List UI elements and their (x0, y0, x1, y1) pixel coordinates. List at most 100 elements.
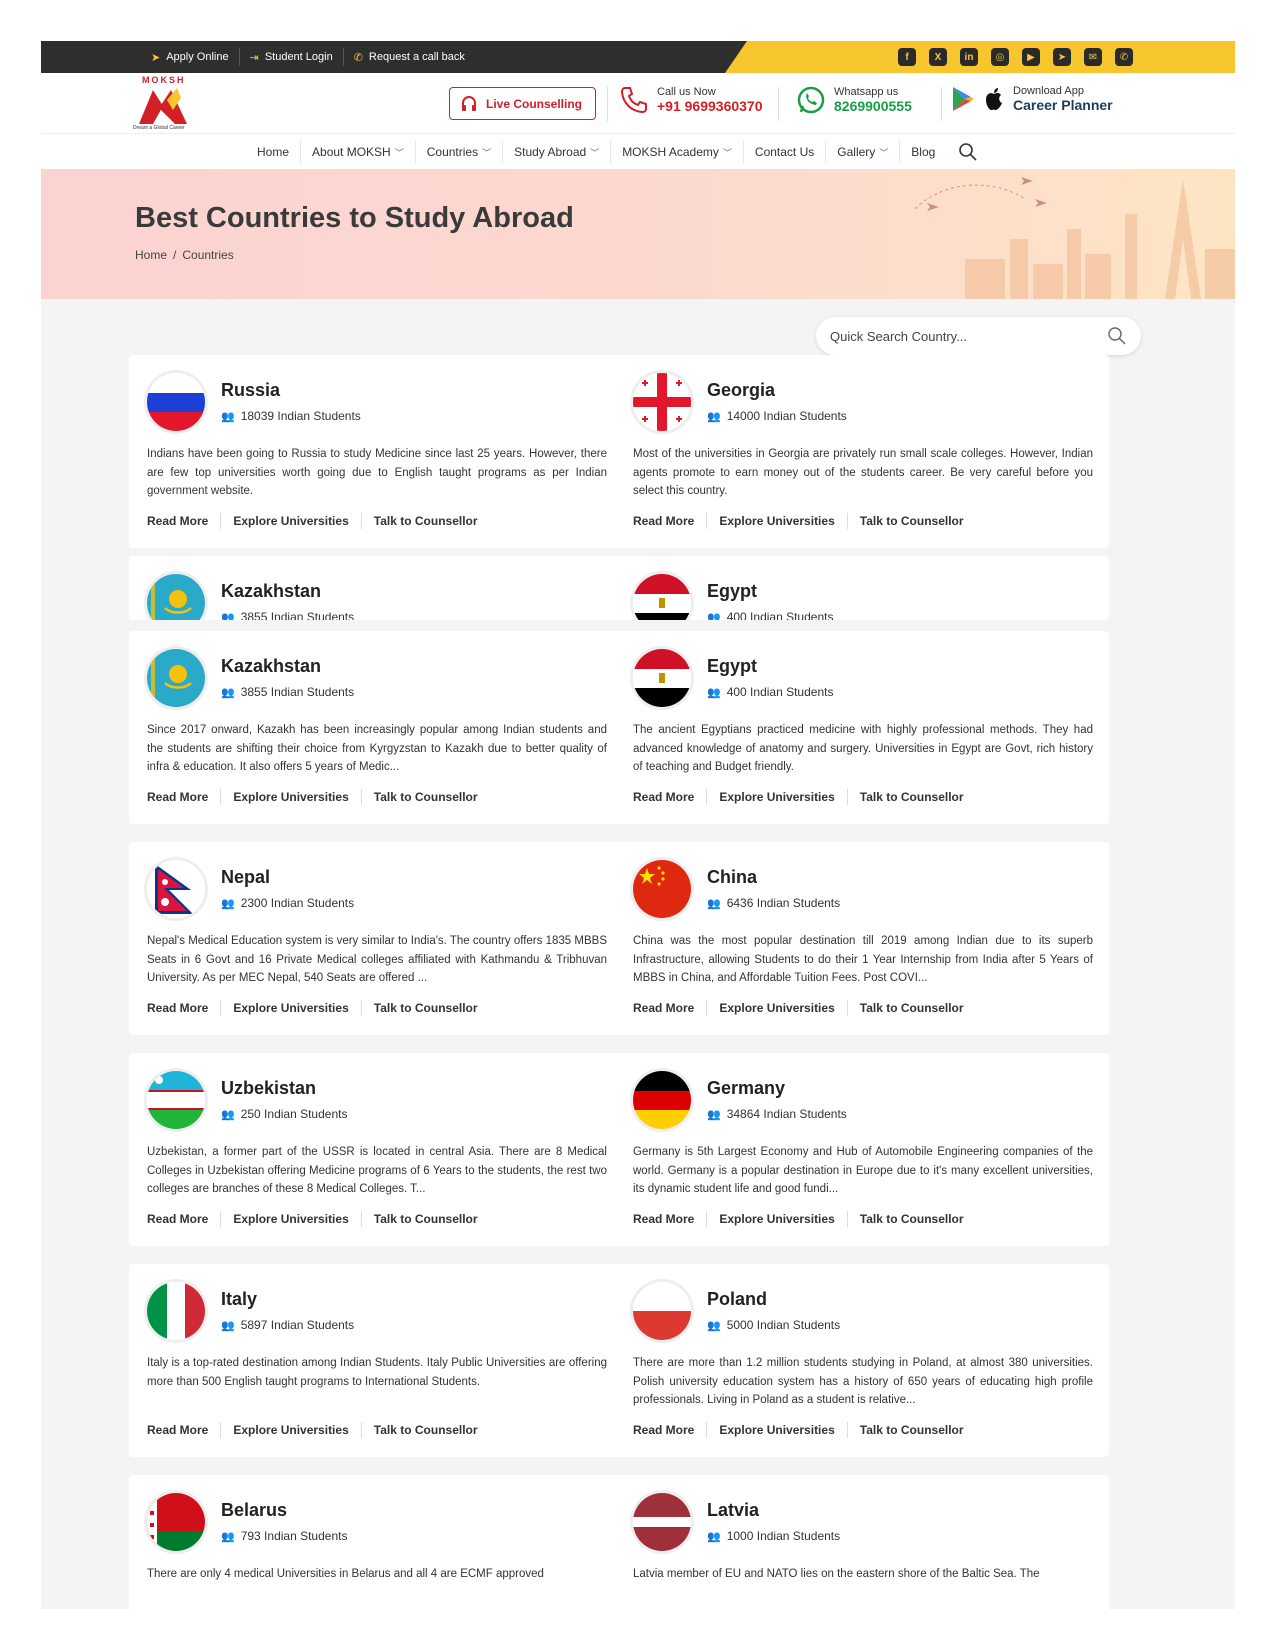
read-more-link[interactable]: Read More (147, 1422, 222, 1438)
download-app-block[interactable]: Download App Career Planner (951, 85, 1113, 113)
users-icon: 👥 (707, 1530, 721, 1543)
read-more-link[interactable]: Read More (147, 789, 222, 805)
nav-blog[interactable]: Blog (900, 141, 946, 163)
talk-to-counsellor-link[interactable]: Talk to Counsellor (848, 1000, 976, 1016)
linkedin-icon[interactable]: in (960, 48, 978, 66)
talk-to-counsellor-link[interactable]: Talk to Counsellor (848, 789, 976, 805)
nav-home[interactable]: Home (246, 141, 302, 163)
explore-universities-link[interactable]: Explore Universities (221, 1211, 362, 1227)
explore-universities-link[interactable]: Explore Universities (221, 1422, 362, 1438)
kazakhstan-flag-icon (147, 649, 205, 707)
read-more-link[interactable]: Read More (147, 1211, 222, 1227)
moksh-logo[interactable]: MOKSH Dream a Global Career (133, 75, 203, 133)
request-callback-link[interactable]: ✆ Request a call back (344, 48, 475, 66)
talk-to-counsellor-link[interactable]: Talk to Counsellor (362, 1422, 490, 1438)
country-name[interactable]: Latvia (707, 1500, 759, 1521)
page-frame: ➤ Apply Online ⇥ Student Login ✆ Request a … (41, 41, 1235, 1609)
explore-universities-link[interactable]: Explore Universities (707, 1000, 848, 1016)
talk-to-counsellor-link[interactable]: Talk to Counsellor (362, 1211, 490, 1227)
nav-countries[interactable]: Countries ﹀ (416, 141, 504, 163)
country-name[interactable]: Belarus (221, 1500, 287, 1521)
whatsapp-number[interactable]: 8269900555 (834, 98, 912, 114)
explore-universities-link[interactable]: Explore Universities (707, 789, 848, 805)
read-more-link[interactable]: Read More (633, 1000, 708, 1016)
live-counselling-button[interactable]: Live Counselling (449, 87, 596, 120)
country-name[interactable]: Kazakhstan (221, 656, 321, 677)
talk-to-counsellor-link[interactable]: Talk to Counsellor (848, 513, 976, 529)
explore-universities-link[interactable]: Explore Universities (707, 513, 848, 529)
country-name[interactable]: Germany (707, 1078, 785, 1099)
country-card-egypt-clipped: Egypt 👥 400 Indian Students (615, 556, 1109, 620)
country-card-china: China 👥 6436 Indian Students China was th… (615, 842, 1109, 1035)
country-name[interactable]: Egypt (707, 581, 757, 602)
student-count: 👥 5897 Indian Students (221, 1318, 355, 1332)
student-count: 👥 2300 Indian Students (221, 896, 355, 910)
country-name[interactable]: Georgia (707, 380, 775, 401)
country-name[interactable]: Nepal (221, 867, 270, 888)
call-number[interactable]: +91 9699360370 (657, 98, 763, 114)
explore-universities-link[interactable]: Explore Universities (707, 1211, 848, 1227)
country-description: There are only 4 medical Universities in… (147, 1568, 544, 1580)
student-count: 👥 3855 Indian Students (221, 610, 354, 620)
explore-universities-link[interactable]: Explore Universities (707, 1422, 848, 1438)
talk-to-counsellor-link[interactable]: Talk to Counsellor (362, 1000, 490, 1016)
facebook-icon[interactable]: f (898, 48, 916, 66)
breadcrumb-home[interactable]: Home (135, 248, 167, 262)
search-icon[interactable] (1107, 326, 1127, 346)
explore-universities-link[interactable]: Explore Universities (221, 513, 362, 529)
country-name[interactable]: Kazakhstan (221, 581, 321, 602)
belarus-flag-icon (147, 1493, 205, 1551)
apple-icon[interactable] (983, 86, 1005, 112)
google-play-icon[interactable] (951, 86, 975, 112)
nav-gallery[interactable]: Gallery ﹀ (826, 141, 901, 163)
uzbekistan-flag-icon (147, 1071, 205, 1129)
read-more-link[interactable]: Read More (633, 1422, 708, 1438)
country-description: Latvia member of EU and NATO lies on the… (633, 1568, 1040, 1580)
country-card-latvia: Latvia 👥 1000 Indian Students Latvia memb… (615, 1475, 1109, 1609)
instagram-icon[interactable]: ◎ (991, 48, 1009, 66)
nav-study-abroad[interactable]: Study Abroad ﹀ (503, 141, 612, 163)
users-icon: 👥 (707, 1319, 721, 1332)
country-name[interactable]: Egypt (707, 656, 757, 677)
whatsapp-block[interactable]: Whatsapp us 8269900555 (796, 85, 912, 115)
explore-universities-link[interactable]: Explore Universities (221, 789, 362, 805)
read-more-link[interactable]: Read More (147, 513, 222, 529)
telegram-icon[interactable]: ➤ (1053, 48, 1071, 66)
country-name[interactable]: Russia (221, 380, 280, 401)
country-name[interactable]: Poland (707, 1289, 767, 1310)
country-name[interactable]: Uzbekistan (221, 1078, 316, 1099)
student-count: 👥 5000 Indian Students (707, 1318, 841, 1332)
explore-universities-link[interactable]: Explore Universities (221, 1000, 362, 1016)
country-name[interactable]: China (707, 867, 757, 888)
country-card-kazakhstan: Kazakhstan 👥 3855 Indian Students Since 2… (129, 631, 623, 824)
nav-contact[interactable]: Contact Us (744, 141, 827, 163)
mail-icon[interactable]: ✉ (1084, 48, 1102, 66)
talk-to-counsellor-link[interactable]: Talk to Counsellor (362, 789, 490, 805)
chevron-down-icon: ﹀ (879, 147, 889, 158)
student-login-link[interactable]: ⇥ Student Login (240, 48, 344, 66)
apply-online-link[interactable]: ➤ Apply Online (141, 48, 240, 66)
call-us-block[interactable]: Call us Now +91 9699360370 (619, 85, 763, 115)
users-icon: 👥 (707, 686, 721, 699)
nav-about[interactable]: About MOKSH ﹀ (301, 141, 416, 163)
search-icon[interactable] (958, 142, 978, 162)
talk-to-counsellor-link[interactable]: Talk to Counsellor (362, 513, 490, 529)
phone-icon (620, 87, 647, 114)
read-more-link[interactable]: Read More (633, 513, 708, 529)
talk-to-counsellor-link[interactable]: Talk to Counsellor (848, 1422, 976, 1438)
read-more-link[interactable]: Read More (147, 1000, 222, 1016)
latvia-flag-icon (633, 1493, 691, 1551)
country-search-input[interactable] (830, 326, 1100, 346)
china-flag-icon (633, 860, 691, 918)
youtube-icon[interactable]: ▶ (1022, 48, 1040, 66)
talk-to-counsellor-link[interactable]: Talk to Counsellor (848, 1211, 976, 1227)
student-count: 👥 793 Indian Students (221, 1529, 348, 1543)
read-more-link[interactable]: Read More (633, 1211, 708, 1227)
country-name[interactable]: Italy (221, 1289, 257, 1310)
egypt-flag-icon (633, 574, 691, 620)
read-more-link[interactable]: Read More (633, 789, 708, 805)
x-icon[interactable]: X (929, 48, 947, 66)
nav-academy[interactable]: MOKSH Academy ﹀ (611, 141, 744, 163)
whatsapp-icon[interactable]: ✆ (1115, 48, 1133, 66)
country-card-italy: Italy 👥 5897 Indian Students Italy is a t… (129, 1264, 623, 1457)
